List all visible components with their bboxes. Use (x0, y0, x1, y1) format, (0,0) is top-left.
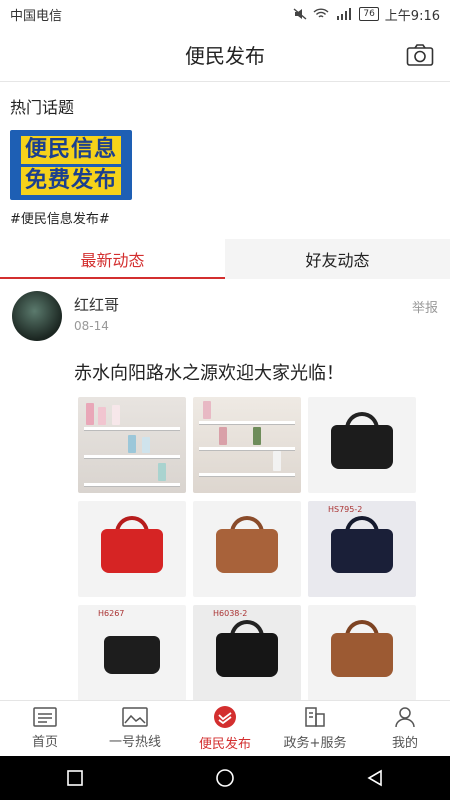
clock: 上午9:16 (384, 8, 440, 24)
status-bar: 中国电信 76 上午9:16 (0, 0, 450, 28)
nav-hotline[interactable]: 一号热线 (90, 701, 180, 756)
topic-card-line2: 免费发布 (20, 166, 121, 195)
user-icon (395, 707, 415, 728)
page-title: 便民发布 (185, 44, 265, 68)
hot-topic-card[interactable]: 便民信息 免费发布 (10, 130, 132, 200)
system-nav-bar (0, 756, 450, 800)
tab-latest[interactable]: 最新动态 (0, 239, 225, 279)
battery-indicator: 76 (359, 7, 379, 21)
nav-publish-label: 便民发布 (198, 737, 251, 752)
post-image-9[interactable] (308, 605, 416, 701)
nav-mine-label: 我的 (391, 736, 418, 751)
post-header: 红红哥 08-14 举报 (12, 291, 438, 341)
post-image-1[interactable] (78, 397, 186, 493)
home-icon[interactable] (215, 768, 235, 788)
hot-topic-tag[interactable]: #便民信息发布# (10, 208, 440, 227)
image-tag-7: H6267 (98, 609, 125, 618)
nav-gov-service[interactable]: 政务+服务 (270, 701, 360, 756)
post-date: 08-14 (74, 319, 109, 333)
publish-icon (214, 706, 236, 728)
avatar[interactable] (12, 291, 62, 341)
post-image-5[interactable] (193, 501, 301, 597)
author-name[interactable]: 红红哥 (74, 294, 412, 315)
post-text: 赤水向阳路水之源欢迎大家光临！ (74, 363, 344, 384)
nav-home-label: 首页 (31, 735, 58, 750)
recents-icon[interactable] (66, 769, 84, 787)
bottom-nav: 首页 一号热线 便民发布 政务+服务 我的 (0, 700, 450, 756)
news-icon (33, 707, 57, 727)
nav-gov-service-label: 政务+服务 (283, 736, 347, 751)
post-meta: 红红哥 08-14 (74, 291, 412, 333)
post-image-4[interactable] (78, 501, 186, 597)
nav-hotline-label: 一号热线 (108, 735, 161, 750)
top-bar: 便民发布 (0, 28, 450, 82)
camera-icon[interactable] (406, 43, 434, 67)
building-icon (305, 707, 325, 727)
carrier-label: 中国电信 (10, 8, 63, 24)
status-icons: 76 上午9:16 (293, 5, 440, 24)
mute-icon (293, 8, 307, 20)
post-image-7[interactable]: H6267 (78, 605, 186, 701)
post-image-8[interactable]: H6038-2 (193, 605, 301, 701)
back-icon[interactable] (366, 769, 384, 787)
topic-card-line1: 便民信息 (20, 135, 121, 164)
post-image-2[interactable] (193, 397, 301, 493)
post-card: 红红哥 08-14 举报 赤水向阳路水之源欢迎大家光临！ HS795-2 H62… (0, 279, 450, 741)
nav-mine[interactable]: 我的 (360, 701, 450, 756)
report-button[interactable]: 举报 (412, 297, 438, 316)
image-tag-6: HS795-2 (328, 505, 363, 514)
feed-tabs: 最新动态 好友动态 (0, 239, 450, 279)
hot-topics-section: 热门话题 便民信息 免费发布 #便民信息发布# (0, 82, 450, 235)
hot-topics-heading: 热门话题 (10, 98, 75, 117)
signal-icon (337, 8, 352, 20)
image-icon (122, 707, 148, 727)
post-image-6[interactable]: HS795-2 (308, 501, 416, 597)
post-image-grid: HS795-2 H6267 H6038-2 (78, 397, 438, 701)
nav-home[interactable]: 首页 (0, 701, 90, 756)
tab-friends[interactable]: 好友动态 (225, 239, 450, 279)
image-tag-8: H6038-2 (213, 609, 248, 618)
nav-publish[interactable]: 便民发布 (180, 701, 270, 756)
wifi-icon (313, 8, 329, 18)
post-image-3[interactable] (308, 397, 416, 493)
